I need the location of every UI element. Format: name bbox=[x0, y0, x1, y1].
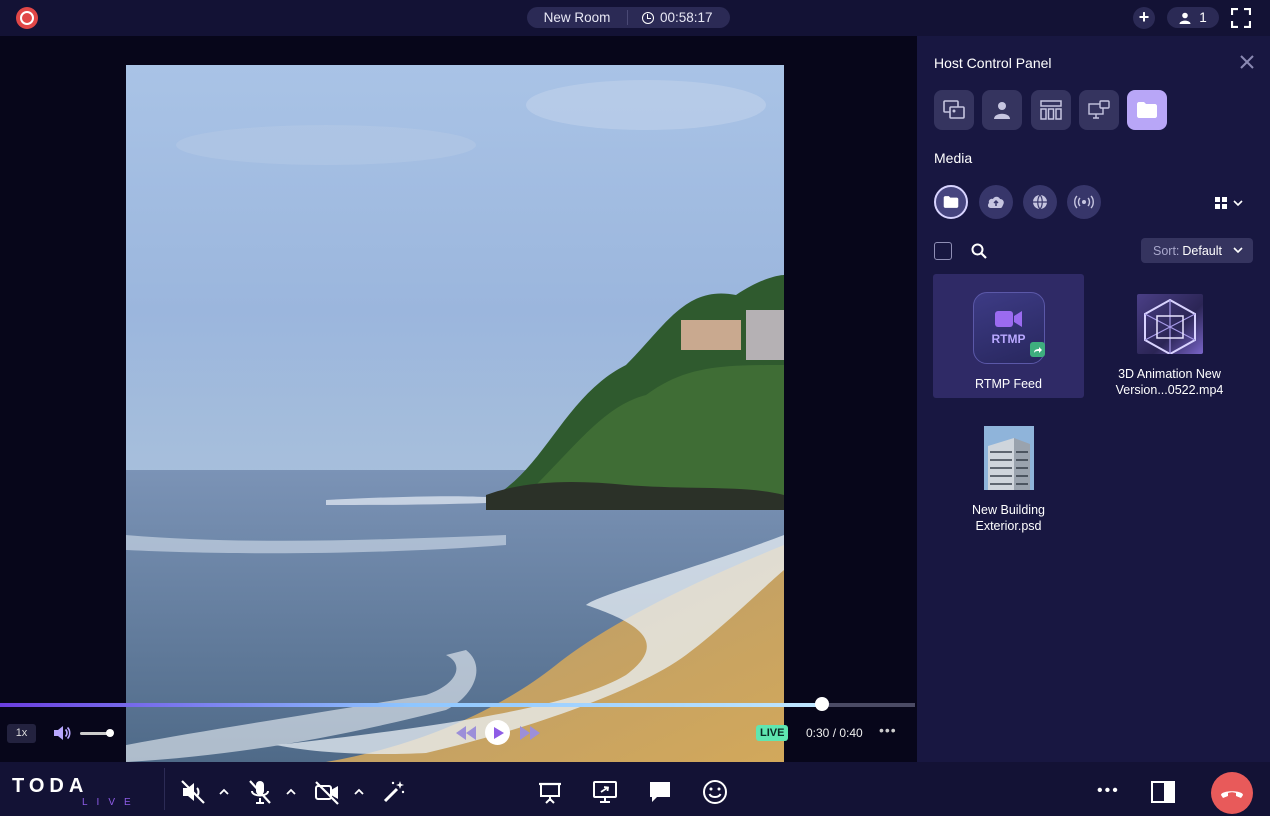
source-cloud[interactable] bbox=[979, 185, 1013, 219]
fullscreen-icon[interactable] bbox=[1231, 8, 1251, 28]
video-camera-icon bbox=[994, 311, 1022, 327]
chat-icon[interactable] bbox=[647, 779, 673, 805]
chevron-up-icon[interactable] bbox=[219, 788, 229, 796]
more-options-button[interactable]: ••• bbox=[1097, 782, 1120, 800]
chevron-up-icon[interactable] bbox=[354, 788, 364, 796]
tab-participant[interactable] bbox=[982, 90, 1022, 130]
add-button[interactable]: + bbox=[1133, 7, 1155, 29]
media-item-label: RTMP Feed bbox=[975, 377, 1042, 391]
seek-progress bbox=[0, 703, 822, 707]
person-icon bbox=[1179, 12, 1191, 24]
chevron-down-icon bbox=[1233, 200, 1243, 207]
magic-wand-icon[interactable] bbox=[381, 779, 407, 805]
source-local[interactable] bbox=[934, 185, 968, 219]
participant-count: 1 bbox=[1199, 10, 1207, 25]
view-toggle[interactable] bbox=[1215, 196, 1247, 210]
record-icon[interactable] bbox=[16, 7, 38, 29]
source-web[interactable] bbox=[1023, 185, 1057, 219]
sort-key: Sort: bbox=[1153, 243, 1180, 258]
panel-title: Host Control Panel bbox=[934, 55, 1052, 71]
globe-icon bbox=[1033, 194, 1047, 210]
participant-icon bbox=[994, 102, 1010, 119]
folder-icon bbox=[943, 196, 959, 208]
layout-grid-icon bbox=[1040, 100, 1062, 120]
chevron-down-icon bbox=[1233, 247, 1243, 254]
end-call-button[interactable] bbox=[1211, 772, 1253, 814]
share-icon bbox=[1029, 342, 1045, 357]
sort-dropdown[interactable]: Sort: Default bbox=[1141, 238, 1253, 263]
top-bar: New Room 00:58:17 + 1 bbox=[0, 0, 1270, 36]
phone-hangup-icon bbox=[1221, 791, 1243, 798]
shared-media-image bbox=[126, 65, 784, 762]
select-all-checkbox[interactable] bbox=[934, 242, 952, 260]
broadcast-icon bbox=[1074, 195, 1094, 209]
search-icon[interactable] bbox=[971, 243, 987, 259]
emoji-icon[interactable] bbox=[702, 779, 728, 805]
session-timer: 00:58:17 bbox=[628, 10, 713, 25]
toolbar-divider bbox=[164, 768, 165, 810]
rewind-icon[interactable] bbox=[456, 726, 476, 740]
media-item-rtmp[interactable]: RTMP RTMP Feed bbox=[933, 274, 1084, 398]
camera-off-icon[interactable] bbox=[314, 779, 340, 805]
folder-icon bbox=[1137, 102, 1157, 118]
participants-button[interactable]: 1 bbox=[1167, 7, 1219, 28]
tab-layout-grid[interactable] bbox=[1031, 90, 1071, 130]
video-thumbnail bbox=[1136, 294, 1203, 354]
screen-layout-icon bbox=[943, 100, 965, 119]
media-item-label: New Building Exterior.psd bbox=[972, 503, 1045, 533]
playback-speed-button[interactable]: 1x bbox=[7, 724, 36, 743]
close-icon[interactable] bbox=[1239, 54, 1255, 70]
media-item-label: 3D Animation New Version...0522.mp4 bbox=[1115, 367, 1224, 397]
host-control-panel: Host Control Panel Media Sort: Default R… bbox=[917, 36, 1270, 762]
media-item-3d-animation[interactable]: 3D Animation New Version...0522.mp4 bbox=[1094, 274, 1245, 398]
tab-presentation[interactable] bbox=[1079, 90, 1119, 130]
image-thumbnail bbox=[983, 426, 1034, 490]
source-broadcast[interactable] bbox=[1067, 185, 1101, 219]
presentation-icon bbox=[1088, 100, 1110, 119]
svg-text:LIVE: LIVE bbox=[82, 797, 140, 806]
live-badge[interactable]: LIVE bbox=[756, 725, 789, 741]
side-panel-icon[interactable] bbox=[1151, 780, 1175, 804]
chevron-up-icon[interactable] bbox=[286, 788, 296, 796]
sort-value: Default bbox=[1182, 243, 1223, 258]
playback-time: 0:30 / 0:40 bbox=[806, 726, 863, 740]
tab-screen-layout[interactable] bbox=[934, 90, 974, 130]
tab-media[interactable] bbox=[1127, 90, 1167, 130]
toda-live-logo: TODA LIVE bbox=[12, 775, 147, 808]
rtmp-tile: RTMP bbox=[972, 292, 1045, 364]
play-button[interactable] bbox=[485, 720, 510, 745]
media-item-building[interactable]: New Building Exterior.psd bbox=[933, 410, 1084, 534]
speaker-muted-icon[interactable] bbox=[180, 779, 206, 805]
player-more-button[interactable]: ••• bbox=[879, 722, 897, 738]
grid-view-icon bbox=[1215, 197, 1227, 209]
media-section-title: Media bbox=[934, 150, 973, 166]
room-name: New Room bbox=[527, 10, 628, 25]
clock-icon bbox=[642, 11, 654, 24]
bottom-toolbar: TODA LIVE ••• bbox=[0, 762, 1270, 816]
seek-handle[interactable] bbox=[814, 697, 829, 711]
fast-forward-icon[interactable] bbox=[520, 726, 540, 740]
svg-text:TODA: TODA bbox=[12, 776, 88, 797]
volume-handle[interactable] bbox=[105, 729, 114, 737]
mic-muted-icon[interactable] bbox=[247, 779, 273, 805]
volume-icon[interactable] bbox=[52, 724, 72, 742]
whiteboard-icon[interactable] bbox=[537, 779, 563, 805]
screen-share-icon[interactable] bbox=[592, 779, 618, 805]
rtmp-tile-text: RTMP bbox=[991, 332, 1026, 346]
timer-text: 00:58:17 bbox=[660, 10, 713, 25]
room-info-pill: New Room 00:58:17 bbox=[527, 7, 730, 28]
cloud-upload-icon bbox=[987, 196, 1004, 208]
